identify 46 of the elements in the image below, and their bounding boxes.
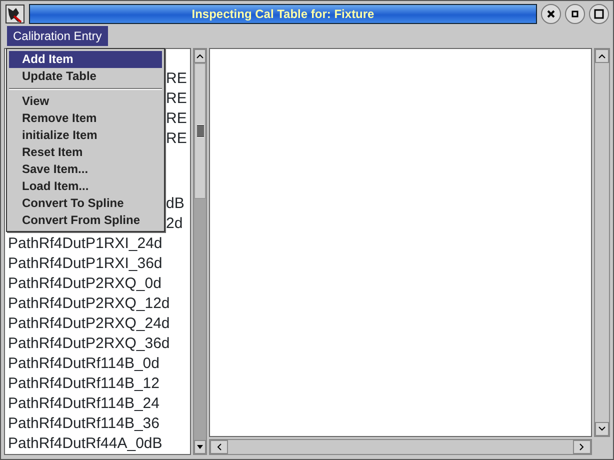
list-item[interactable]: PathRf4DutRf44A_0dB (5, 434, 190, 454)
menu-item[interactable]: View (9, 93, 162, 110)
list-item[interactable]: PathRf4DutP2RXQ_24d (5, 314, 190, 334)
list-item[interactable]: PathRf4DutP2RXQ_36d (5, 334, 190, 354)
list-item[interactable]: PathRf4DutP2RXQ_12d (5, 294, 190, 314)
scroll-down-button[interactable] (595, 422, 609, 436)
menu-item[interactable]: initialize Item (9, 127, 162, 144)
menu-item[interactable]: Reset Item (9, 144, 162, 161)
menu-item[interactable]: Convert To Spline (9, 195, 162, 212)
scroll-left-button[interactable] (210, 440, 228, 454)
scroll-down-button[interactable] (194, 440, 206, 454)
scrollbar[interactable] (193, 48, 207, 455)
menu-item[interactable]: Remove Item (9, 110, 162, 127)
list-item[interactable]: PathRf4DutRf114B_36 (5, 414, 190, 434)
list-item[interactable]: PathRf4DutRf114B_24 (5, 394, 190, 414)
scroll-right-button[interactable] (573, 440, 591, 454)
chevron-down-icon (598, 426, 606, 432)
maximize-button[interactable] (589, 4, 609, 24)
list-item[interactable]: PathRf4DutP2RXQ_0d (5, 274, 190, 294)
minimize-button[interactable] (565, 4, 585, 24)
minimize-icon (570, 8, 580, 18)
chevron-left-icon (216, 443, 222, 451)
window-title: Inspecting Cal Table for: Fixture (29, 4, 537, 24)
app-icon (5, 4, 25, 24)
list-item[interactable]: PathRf4DutRf114B_0d (5, 354, 190, 374)
scroll-up-button[interactable] (595, 49, 609, 63)
list-item[interactable]: PathRf4DutP1RXI_36d (5, 254, 190, 274)
maximize-icon (594, 8, 604, 18)
menu-button[interactable]: Calibration Entry (7, 26, 108, 46)
scroll-up-button[interactable] (194, 49, 206, 63)
list-item[interactable]: PathRf4DutRf114B_12 (5, 374, 190, 394)
scroll-thumb[interactable] (194, 63, 206, 199)
chevron-up-icon (598, 53, 606, 59)
triangle-down-icon (196, 444, 204, 450)
list-item[interactable]: PathRf4DutP1RXI_24d (5, 234, 190, 254)
menu-item[interactable]: Add Item (9, 51, 162, 68)
close-icon (546, 8, 556, 18)
chevron-up-icon (196, 53, 204, 59)
menu-item[interactable]: Load Item... (9, 178, 162, 195)
menu-item[interactable]: Convert From Spline (9, 212, 162, 229)
chevron-right-icon (579, 443, 585, 451)
scrollbar[interactable] (209, 439, 592, 455)
close-button[interactable] (541, 4, 561, 24)
menu-item[interactable]: Save Item... (9, 161, 162, 178)
scrollbar[interactable] (594, 48, 610, 437)
menu-item[interactable]: Update Table (9, 68, 162, 85)
